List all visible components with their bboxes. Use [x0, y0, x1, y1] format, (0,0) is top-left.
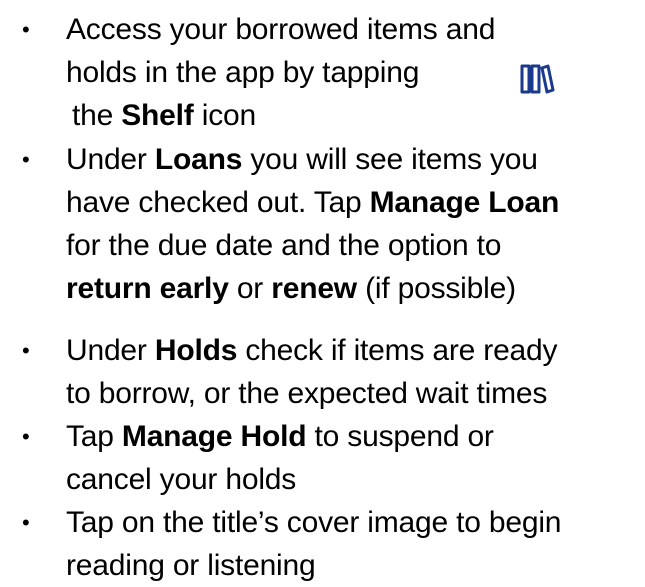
line: reading or listening	[66, 549, 316, 582]
line: Tap on the title’s cover image to begin	[66, 506, 562, 539]
shelf-icon	[520, 64, 555, 94]
list-item: • Under Holds check if items are ready t…	[22, 329, 558, 415]
line: return early or renew (if possible)	[66, 272, 516, 305]
bullet: •	[22, 510, 30, 535]
line: for the due date and the option to	[66, 229, 502, 262]
list-item: • Under Loans you will see items you hav…	[22, 138, 560, 310]
line: Under Loans you will see items you	[66, 143, 538, 176]
line: Access your borrowed items and	[66, 13, 496, 46]
list-item: • Access your borrowed items and holds i…	[22, 8, 496, 137]
line: to borrow, or the expected wait times	[66, 377, 548, 410]
list-item: • Tap on the title’s cover image to begi…	[22, 501, 562, 587]
bullet: •	[22, 338, 30, 363]
line: Under Holds check if items are ready	[66, 334, 558, 367]
line: Tap Manage Hold to suspend or	[66, 420, 494, 453]
line: the Shelf icon	[72, 99, 256, 132]
instruction-list: • Access your borrowed items and holds i…	[0, 0, 645, 587]
list-item: • Tap Manage Hold to suspend or cancel y…	[22, 415, 494, 501]
bullet: •	[22, 147, 30, 172]
bullet: •	[22, 424, 30, 449]
line: holds in the app by tapping	[66, 56, 420, 89]
line: have checked out. Tap Manage Loan	[66, 186, 560, 219]
bullet: •	[22, 17, 30, 42]
line: cancel your holds	[66, 463, 297, 496]
